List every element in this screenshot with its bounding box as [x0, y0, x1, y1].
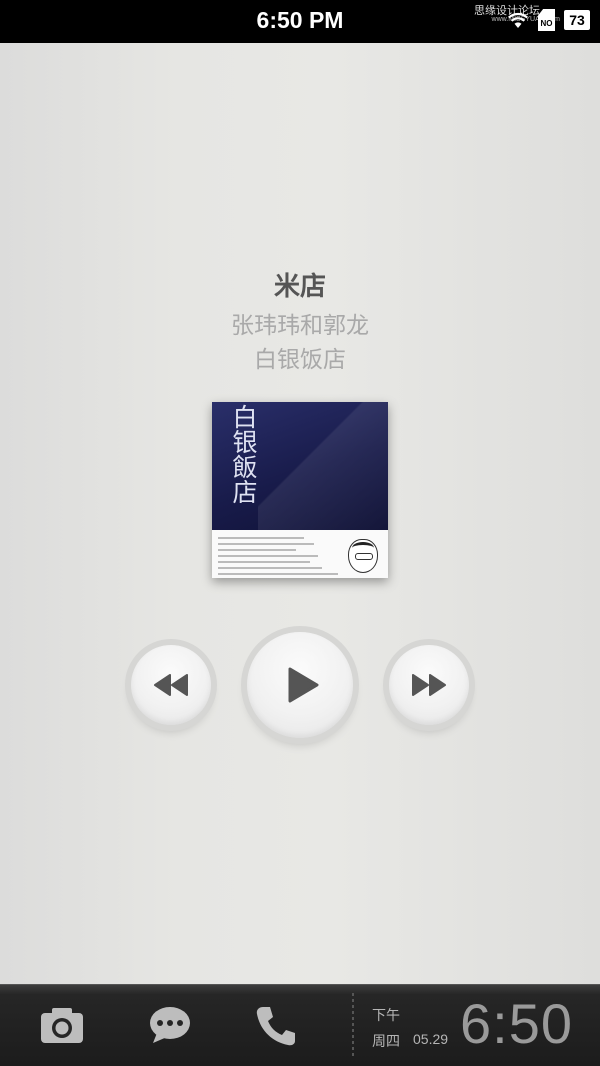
status-bar: 6:50 PM 思缘设计论坛 www.MISSYUAN.com NO 73: [0, 0, 600, 43]
battery-icon: 73: [564, 10, 590, 30]
album-cover[interactable]: 白银飯店: [212, 402, 388, 578]
status-icons: NO 73: [507, 9, 590, 31]
clock-weekday: 周四: [372, 1034, 400, 1050]
clock-date: 05.29: [413, 1031, 449, 1047]
fast-forward-icon: [412, 674, 446, 696]
dock-divider: [352, 993, 354, 1059]
sim-icon: NO: [538, 9, 555, 31]
previous-button[interactable]: [131, 645, 211, 725]
next-button[interactable]: [389, 645, 469, 725]
cover-title: 白银飯店: [229, 404, 258, 504]
track-title: 米店: [273, 272, 326, 302]
clock-ampm: 下午: [372, 1008, 400, 1024]
cover-artwork: 白银飯店: [212, 402, 388, 530]
cover-portrait: [348, 539, 378, 573]
track-artist: 张玮玮和郭龙: [231, 313, 369, 339]
play-icon: [288, 667, 319, 703]
dock: 下午 周四 05.29 6:50: [0, 984, 600, 1066]
play-button[interactable]: [247, 632, 353, 738]
rewind-icon: [154, 674, 188, 696]
camera-icon[interactable]: [39, 1005, 85, 1045]
track-album: 白银饭店: [254, 347, 346, 373]
cover-sheen: [258, 402, 388, 530]
clock-time: 6:50: [460, 992, 573, 1055]
wifi-icon: [508, 12, 528, 28]
messages-icon[interactable]: [148, 1005, 192, 1045]
phone-icon[interactable]: [255, 1005, 297, 1047]
cover-text-panel: [212, 530, 388, 578]
